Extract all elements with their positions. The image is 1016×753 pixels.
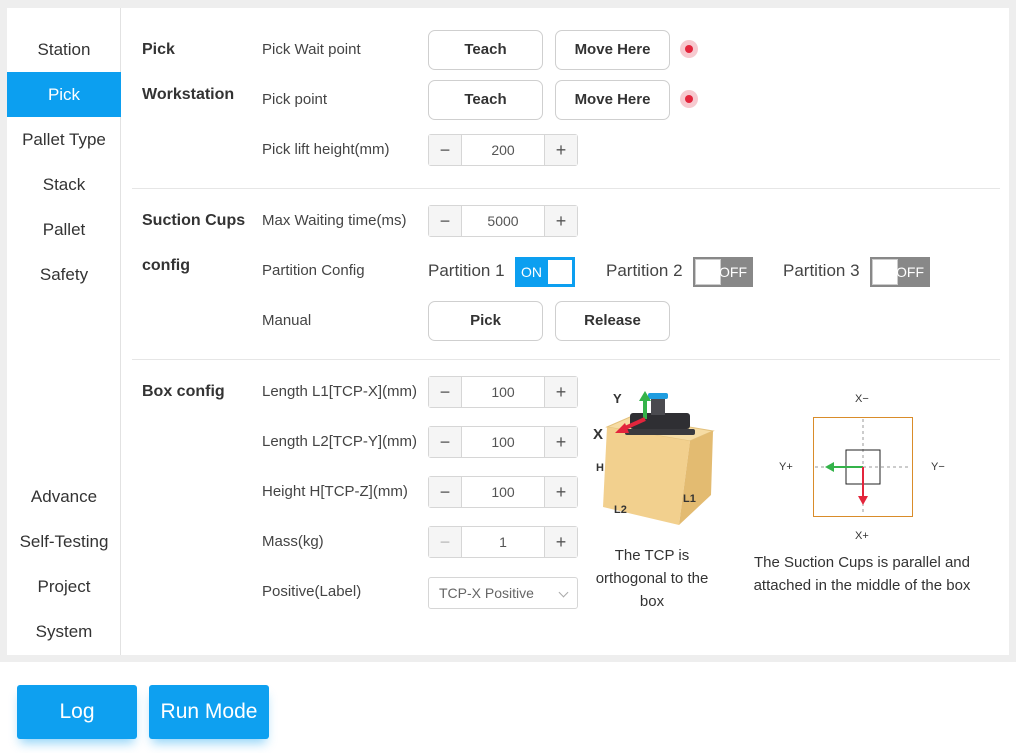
section-title-box-config: Box config bbox=[142, 383, 225, 400]
wait-point-teach-button[interactable]: Teach bbox=[428, 30, 543, 70]
toggle-state-text: OFF bbox=[719, 264, 747, 280]
minus-icon[interactable]: − bbox=[429, 135, 462, 165]
bottom-action-bar: Log Run Mode bbox=[0, 662, 1016, 753]
pick-lift-height-input[interactable]: 200 bbox=[463, 135, 543, 165]
section-title-pick: Pick bbox=[142, 41, 175, 58]
length-l1-label: Length L1[TCP-X](mm) bbox=[262, 383, 418, 400]
log-button[interactable]: Log bbox=[17, 685, 137, 739]
box-edge-h-label: H bbox=[596, 462, 604, 474]
tcp-caption-line: orthogonal to the bbox=[595, 570, 709, 587]
partition-3-toggle[interactable]: OFF bbox=[870, 257, 930, 287]
sidebar-item-stack[interactable]: Stack bbox=[7, 162, 121, 207]
positive-label-label: Positive(Label) bbox=[262, 583, 362, 600]
chevron-down-icon bbox=[558, 587, 569, 598]
sidebar-item-system[interactable]: System bbox=[7, 609, 121, 654]
pick-point-move-here-button[interactable]: Move Here bbox=[555, 80, 670, 120]
minus-icon[interactable]: − bbox=[429, 427, 462, 457]
sidebar-item-pallet-type[interactable]: Pallet Type bbox=[7, 117, 121, 162]
sidebar-item-self-testing[interactable]: Self-Testing bbox=[7, 519, 121, 564]
pick-point-label: Pick point bbox=[262, 91, 328, 108]
partition-2-toggle[interactable]: OFF bbox=[693, 257, 753, 287]
box-axis-x-label: X bbox=[593, 426, 604, 443]
sidebar-item-advance[interactable]: Advance bbox=[7, 474, 121, 519]
tcp-caption-line: The TCP is bbox=[614, 547, 690, 564]
manual-release-button[interactable]: Release bbox=[555, 301, 670, 341]
plus-icon[interactable]: + bbox=[544, 427, 577, 457]
length-l2-label: Length L2[TCP-Y](mm) bbox=[262, 433, 418, 450]
diagram-x-minus-label: X− bbox=[855, 393, 869, 405]
minus-icon[interactable]: − bbox=[429, 206, 462, 236]
diagram-y-minus-label: Y− bbox=[931, 461, 945, 473]
run-mode-button[interactable]: Run Mode bbox=[149, 685, 269, 739]
section-divider bbox=[132, 359, 1000, 360]
length-l2-input[interactable]: 100 bbox=[463, 427, 543, 457]
plus-icon[interactable]: + bbox=[544, 206, 577, 236]
section-title-workstation: Workstation bbox=[142, 86, 235, 103]
suction-cups-top-view-diagram-icon bbox=[813, 417, 913, 517]
tcp-caption-line: box bbox=[639, 593, 665, 610]
plus-icon[interactable]: + bbox=[544, 135, 577, 165]
suction-caption-line: attached in the middle of the box bbox=[753, 577, 971, 594]
sidebar-item-project[interactable]: Project bbox=[7, 564, 121, 609]
diagram-x-plus-label: X+ bbox=[855, 530, 869, 542]
section-title-suction-cups: Suction Cups bbox=[142, 212, 246, 229]
pick-point-teach-button[interactable]: Teach bbox=[428, 80, 543, 120]
main-content: Pick Workstation Pick Wait point Teach M… bbox=[122, 8, 1009, 655]
wait-point-status-dot-icon bbox=[680, 40, 698, 58]
height-h-input[interactable]: 100 bbox=[463, 477, 543, 507]
max-waiting-time-stepper: − 5000 + bbox=[428, 205, 578, 237]
max-waiting-time-input[interactable]: 5000 bbox=[463, 206, 543, 236]
sidebar: Station Pick Pallet Type Stack Pallet Sa… bbox=[7, 8, 121, 655]
partition-3-label: Partition 3 bbox=[783, 261, 860, 280]
box-edge-l1-label: L1 bbox=[683, 493, 696, 505]
mass-input[interactable]: 1 bbox=[463, 527, 543, 557]
length-l1-stepper: − 100 + bbox=[428, 376, 578, 408]
minus-icon[interactable]: − bbox=[429, 477, 462, 507]
section-title-config: config bbox=[142, 257, 190, 274]
max-waiting-time-label: Max Waiting time(ms) bbox=[262, 212, 407, 229]
pick-point-status-dot-icon bbox=[680, 90, 698, 108]
partition-1-toggle[interactable]: ON bbox=[515, 257, 575, 287]
sidebar-item-station[interactable]: Station bbox=[7, 27, 121, 72]
positive-label-value: TCP-X Positive bbox=[439, 585, 534, 601]
positive-label-select[interactable]: TCP-X Positive bbox=[428, 577, 578, 609]
length-l2-stepper: − 100 + bbox=[428, 426, 578, 458]
manual-pick-button[interactable]: Pick bbox=[428, 301, 543, 341]
mass-stepper: − 1 + bbox=[428, 526, 578, 558]
toggle-knob bbox=[872, 259, 898, 285]
partition-config-label: Partition Config bbox=[262, 262, 365, 279]
toggle-state-text: OFF bbox=[896, 264, 924, 280]
mass-label: Mass(kg) bbox=[262, 533, 324, 550]
toggle-state-text: ON bbox=[521, 264, 542, 280]
sidebar-item-safety[interactable]: Safety bbox=[7, 252, 121, 297]
partition-1-label: Partition 1 bbox=[428, 261, 505, 280]
tcp-caption: The TCP is orthogonal to the box bbox=[577, 544, 727, 613]
wait-point-move-here-button[interactable]: Move Here bbox=[555, 30, 670, 70]
section-divider bbox=[132, 188, 1000, 189]
box-edge-l2-label: L2 bbox=[614, 504, 627, 516]
settings-panel: Station Pick Pallet Type Stack Pallet Sa… bbox=[7, 8, 1009, 655]
toggle-knob bbox=[547, 259, 573, 285]
suction-caption-line: The Suction Cups is parallel and bbox=[754, 554, 970, 571]
sidebar-item-pallet[interactable]: Pallet bbox=[7, 207, 121, 252]
toggle-knob bbox=[695, 259, 721, 285]
pick-wait-point-label: Pick Wait point bbox=[262, 41, 361, 58]
manual-label: Manual bbox=[262, 312, 312, 329]
minus-icon[interactable]: − bbox=[429, 377, 462, 407]
plus-icon[interactable]: + bbox=[544, 377, 577, 407]
pick-lift-height-stepper: − 200 + bbox=[428, 134, 578, 166]
pick-lift-height-label: Pick lift height(mm) bbox=[262, 141, 390, 158]
plus-icon[interactable]: + bbox=[544, 477, 577, 507]
minus-icon[interactable]: − bbox=[429, 527, 462, 557]
length-l1-input[interactable]: 100 bbox=[463, 377, 543, 407]
box-axis-y-label: Y bbox=[613, 391, 622, 406]
suction-caption: The Suction Cups is parallel and attache… bbox=[737, 551, 987, 597]
diagram-y-plus-label: Y+ bbox=[779, 461, 793, 473]
partition-2-label: Partition 2 bbox=[606, 261, 683, 280]
sidebar-item-pick[interactable]: Pick bbox=[7, 72, 121, 117]
height-h-label: Height H[TCP-Z](mm) bbox=[262, 483, 408, 500]
plus-icon[interactable]: + bbox=[544, 527, 577, 557]
tcp-box-illustration-icon bbox=[603, 391, 715, 525]
height-h-stepper: − 100 + bbox=[428, 476, 578, 508]
